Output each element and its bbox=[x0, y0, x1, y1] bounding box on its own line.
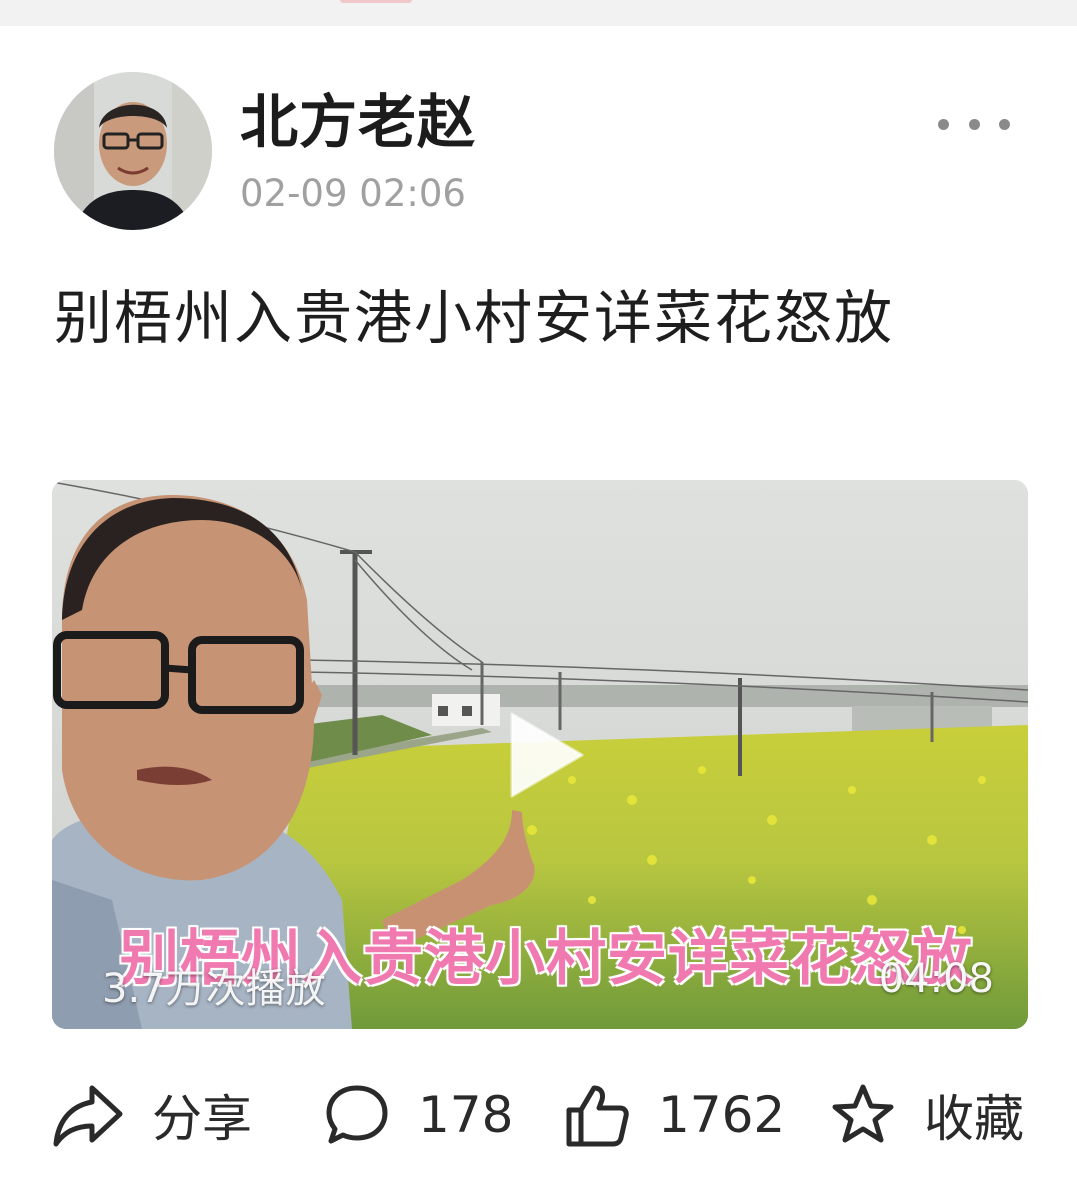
video-duration: 04:08 bbox=[878, 956, 994, 1002]
action-bar: 分享 178 1762 收藏 bbox=[52, 1072, 1042, 1158]
top-bar bbox=[0, 0, 1077, 26]
share-button[interactable]: 分享 bbox=[52, 1072, 252, 1158]
video-player[interactable]: 别梧州入贵港小村安详菜花怒放 3.7万次播放 04:08 bbox=[52, 480, 1028, 1029]
more-dot bbox=[999, 118, 1010, 130]
comment-button[interactable]: 178 bbox=[324, 1072, 513, 1158]
star-icon bbox=[832, 1084, 894, 1143]
more-dots-icon bbox=[938, 118, 949, 130]
author-name[interactable]: 北方老赵 bbox=[240, 86, 476, 158]
favorite-label: 收藏 bbox=[924, 1090, 1024, 1148]
favorite-button[interactable]: 收藏 bbox=[830, 1072, 1024, 1158]
comment-count: 178 bbox=[418, 1086, 514, 1144]
top-bar-accent bbox=[340, 0, 412, 3]
post-title[interactable]: 别梧州入贵港小村安详菜花怒放 bbox=[54, 270, 994, 366]
thumbs-up-icon bbox=[566, 1085, 629, 1147]
play-icon[interactable] bbox=[506, 710, 586, 800]
comment-bubble-icon bbox=[326, 1085, 388, 1144]
more-options-button[interactable] bbox=[926, 106, 1022, 142]
like-count: 1762 bbox=[658, 1086, 786, 1144]
post-timestamp: 02-09 02:06 bbox=[240, 172, 466, 215]
video-view-count: 3.7万次播放 bbox=[102, 966, 326, 1012]
more-dot bbox=[968, 118, 980, 130]
like-button[interactable]: 1762 bbox=[564, 1072, 785, 1158]
share-arrow-icon bbox=[53, 1085, 123, 1147]
author-avatar[interactable] bbox=[54, 72, 212, 230]
share-label: 分享 bbox=[152, 1090, 252, 1148]
